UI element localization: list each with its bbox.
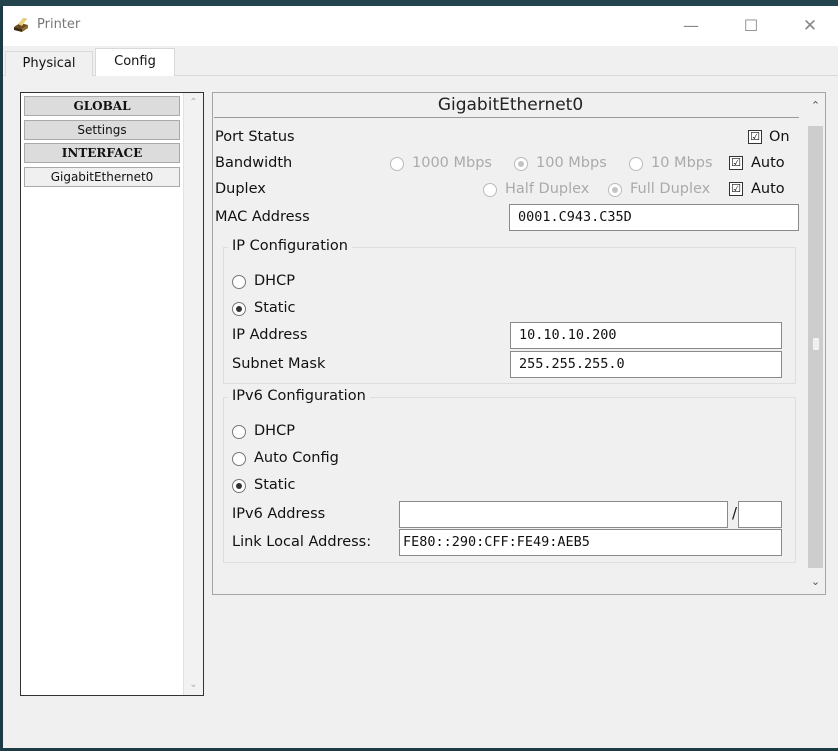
port-status-on-checkbox[interactable]: ☑ (748, 130, 762, 144)
bandwidth-100-label: 100 Mbps (536, 155, 607, 171)
ip-configuration-title: IP Configuration (228, 238, 352, 254)
window-title: Printer (37, 17, 81, 32)
maximize-button[interactable]: ☐ (728, 6, 774, 46)
ipv6-prefix-separator: / (732, 504, 738, 522)
bandwidth-label: Bandwidth (215, 155, 293, 171)
printer-window: Printer — ☐ ✕ Physical Config GLOBAL Set… (3, 6, 838, 751)
bandwidth-10-label: 10 Mbps (651, 155, 713, 171)
link-local-address-field[interactable]: FE80::290:CFF:FE49:AEB5 (399, 529, 782, 556)
duplex-auto-checkbox[interactable]: ☑ (729, 182, 743, 196)
duplex-full-label: Full Duplex (630, 181, 711, 197)
ipv6-dhcp-label: DHCP (254, 423, 295, 439)
ipv6-address-label: IPv6 Address (232, 506, 326, 522)
bandwidth-10-radio[interactable] (629, 157, 643, 171)
ip-dhcp-radio[interactable] (232, 275, 246, 289)
tab-config[interactable]: Config (95, 48, 175, 77)
bandwidth-1000-radio[interactable] (390, 157, 404, 171)
scrollbar-grip (813, 338, 819, 350)
duplex-half-radio[interactable] (483, 183, 497, 197)
sidebar-scrollbar[interactable]: ⌃ ⌄ (183, 93, 203, 695)
ipv6-dhcp-radio[interactable] (232, 425, 246, 439)
ipv6-auto-config-radio[interactable] (232, 452, 246, 466)
config-content: GLOBAL Settings INTERFACE GigabitEtherne… (3, 76, 838, 751)
ip-static-label: Static (254, 300, 296, 316)
ipv6-prefix-field[interactable] (738, 501, 782, 528)
duplex-full-radio[interactable] (608, 183, 622, 197)
scroll-down-icon[interactable]: ⌄ (806, 575, 825, 588)
scroll-up-icon[interactable]: ⌃ (184, 95, 203, 111)
ip-address-field[interactable]: 10.10.10.200 (510, 322, 782, 349)
subnet-mask-field[interactable]: 255.255.255.0 (510, 351, 782, 378)
interface-scrollbar[interactable]: ⌃ ⌄ (806, 93, 825, 594)
port-status-label: Port Status (215, 129, 295, 145)
link-local-address-label: Link Local Address: (232, 534, 372, 550)
bandwidth-auto-label: Auto (751, 155, 785, 171)
ipv6-address-field[interactable] (399, 501, 728, 528)
subnet-mask-label: Subnet Mask (232, 356, 326, 372)
scroll-up-icon[interactable]: ⌃ (806, 99, 825, 112)
ipv6-static-label: Static (254, 477, 296, 493)
ip-configuration-group: IP Configuration DHCP Static IP Address … (223, 238, 796, 384)
config-sidebar: GLOBAL Settings INTERFACE GigabitEtherne… (20, 92, 204, 696)
bandwidth-auto-checkbox[interactable]: ☑ (729, 156, 743, 170)
ipv6-auto-config-label: Auto Config (254, 450, 339, 466)
mac-address-field[interactable]: 0001.C943.C35D (509, 204, 799, 231)
duplex-label: Duplex (215, 181, 266, 197)
interface-panel: GigabitEthernet0 Port Status ☑ On Bandwi… (212, 92, 826, 595)
bandwidth-100-radio[interactable] (514, 157, 528, 171)
bandwidth-1000-label: 1000 Mbps (412, 155, 492, 171)
close-button[interactable]: ✕ (787, 6, 833, 46)
ipv6-static-radio[interactable] (232, 479, 246, 493)
ip-static-radio[interactable] (232, 302, 246, 316)
sidebar-item-settings[interactable]: Settings (24, 120, 180, 140)
duplex-half-label: Half Duplex (505, 181, 590, 197)
tab-physical[interactable]: Physical (5, 51, 93, 76)
tab-bar: Physical Config (3, 46, 838, 77)
ip-address-label: IP Address (232, 327, 308, 343)
header-divider (214, 117, 799, 118)
ip-dhcp-label: DHCP (254, 273, 295, 289)
duplex-auto-label: Auto (751, 181, 785, 197)
sidebar-header-interface: INTERFACE (24, 143, 180, 163)
ipv6-configuration-title: IPv6 Configuration (228, 388, 370, 404)
minimize-button[interactable]: — (668, 6, 714, 46)
interface-title: GigabitEthernet0 (437, 95, 584, 115)
title-bar[interactable]: Printer — ☐ ✕ (3, 6, 838, 46)
ipv6-configuration-group: IPv6 Configuration DHCP Auto Config Stat… (223, 388, 796, 563)
sidebar-header-global: GLOBAL (24, 96, 180, 116)
port-status-on-label: On (769, 129, 790, 145)
sidebar-item-gigabitethernet0[interactable]: GigabitEthernet0 (24, 167, 180, 187)
mac-address-label: MAC Address (215, 209, 310, 225)
printer-icon (14, 18, 28, 32)
scrollbar-thumb[interactable] (808, 126, 823, 568)
scroll-down-icon[interactable]: ⌄ (184, 677, 203, 693)
